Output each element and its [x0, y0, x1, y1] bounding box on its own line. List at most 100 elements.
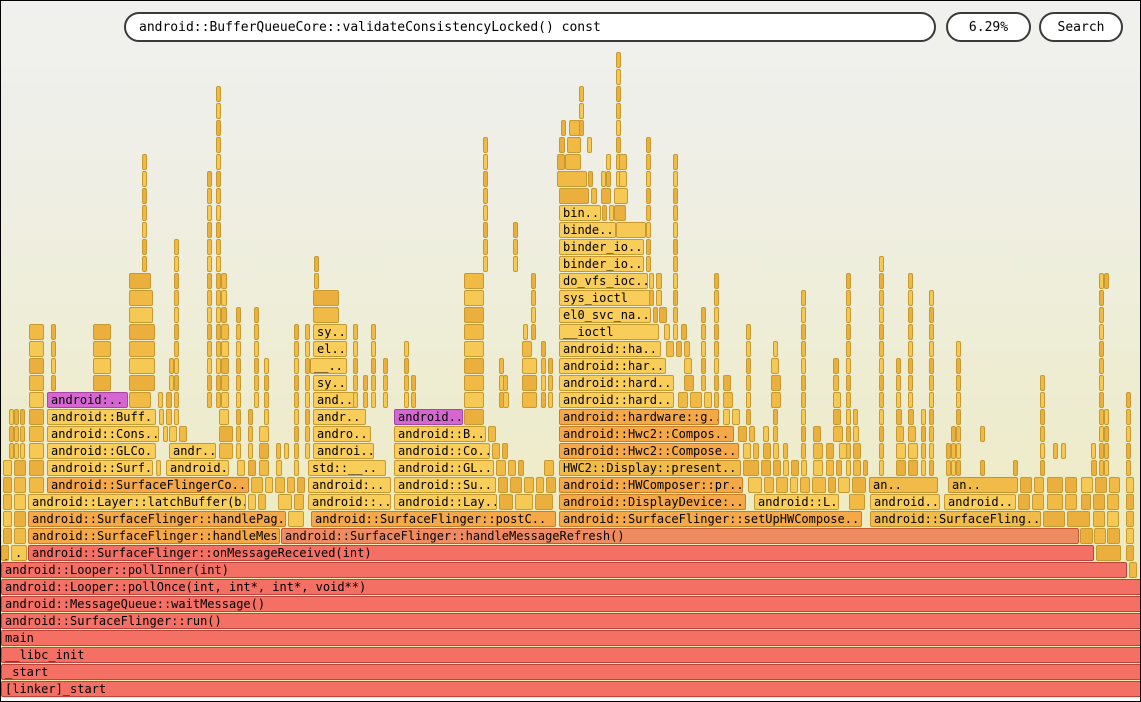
- flame-frame[interactable]: [142, 154, 147, 170]
- flame-frame[interactable]: [294, 392, 299, 408]
- flame-frame[interactable]: android::B..: [394, 426, 486, 442]
- flame-frame[interactable]: [404, 341, 409, 357]
- flame-frame[interactable]: [1109, 477, 1120, 493]
- flame-frame[interactable]: [216, 103, 221, 119]
- flame-frame[interactable]: [746, 324, 751, 340]
- flame-frame[interactable]: [264, 358, 269, 374]
- flame-frame[interactable]: [169, 426, 177, 442]
- flame-frame[interactable]: [483, 137, 488, 153]
- flame-frame[interactable]: [783, 460, 789, 476]
- flame-frame[interactable]: [216, 137, 221, 153]
- flame-frame[interactable]: [846, 426, 851, 442]
- flame-frame[interactable]: [956, 392, 961, 408]
- flame-frame[interactable]: [383, 358, 388, 374]
- flame-frame[interactable]: [673, 256, 678, 272]
- flame-frame[interactable]: [616, 103, 621, 119]
- flame-frame[interactable]: [3, 460, 12, 476]
- flame-frame[interactable]: [264, 392, 269, 408]
- flame-frame[interactable]: [142, 239, 147, 255]
- flame-frame[interactable]: [723, 375, 731, 391]
- flame-frame[interactable]: [908, 409, 914, 425]
- flame-frame[interactable]: [812, 477, 826, 493]
- flame-frame[interactable]: [701, 375, 706, 391]
- flame-frame[interactable]: [791, 460, 799, 476]
- flame-frame[interactable]: [852, 477, 866, 493]
- flame-frame[interactable]: [404, 375, 409, 391]
- flame-frame[interactable]: an..: [948, 477, 1018, 493]
- flame-frame[interactable]: [1099, 375, 1104, 391]
- flame-frame[interactable]: [248, 494, 256, 510]
- flame-frame[interactable]: [142, 222, 147, 238]
- flame-frame[interactable]: [714, 358, 719, 374]
- flame-frame[interactable]: [174, 290, 179, 306]
- flame-frame[interactable]: [259, 460, 269, 476]
- flame-frame[interactable]: [496, 460, 506, 476]
- flame-frame[interactable]: android::GL..: [394, 460, 494, 476]
- flame-frame[interactable]: [503, 392, 509, 408]
- flame-frame[interactable]: [236, 426, 241, 442]
- flame-frame[interactable]: [616, 120, 621, 136]
- flame-frame[interactable]: [216, 86, 221, 102]
- flame-frame[interactable]: [207, 307, 212, 323]
- flame-frame[interactable]: android::SurfaceFlinger::handlePag..: [28, 511, 286, 527]
- flame-frame[interactable]: [216, 120, 221, 136]
- flame-frame[interactable]: [1126, 494, 1134, 510]
- flame-frame[interactable]: [174, 375, 179, 391]
- flame-frame[interactable]: [313, 290, 339, 306]
- flame-frame[interactable]: [371, 341, 376, 357]
- flame-frame[interactable]: [294, 443, 299, 459]
- flame-frame[interactable]: [548, 358, 553, 374]
- flame-frame[interactable]: [29, 460, 44, 476]
- flame-frame[interactable]: [535, 494, 553, 510]
- flame-frame[interactable]: [846, 392, 851, 408]
- flame-frame[interactable]: [929, 324, 934, 340]
- flame-frame[interactable]: [3, 528, 12, 544]
- flame-frame[interactable]: android::GLCo..: [47, 443, 156, 459]
- flame-frame[interactable]: [499, 494, 513, 510]
- flame-frame[interactable]: [714, 375, 719, 391]
- flame-frame[interactable]: [929, 290, 934, 306]
- flame-frame[interactable]: [714, 290, 719, 306]
- flame-frame[interactable]: android::Hwc2::Compos..: [559, 426, 734, 442]
- flame-frame[interactable]: [548, 375, 553, 391]
- flame-frame[interactable]: [207, 358, 212, 374]
- flame-frame[interactable]: [51, 324, 56, 340]
- flame-frame[interactable]: [1126, 409, 1131, 425]
- flame-frame[interactable]: [219, 426, 233, 442]
- flame-frame[interactable]: [714, 273, 719, 289]
- flame-frame[interactable]: android::Surf..: [47, 460, 153, 476]
- flame-frame[interactable]: [849, 494, 865, 510]
- flame-frame[interactable]: [523, 324, 528, 340]
- flame-frame[interactable]: [158, 392, 163, 408]
- flame-frame[interactable]: [174, 358, 179, 374]
- flame-frame[interactable]: [207, 188, 212, 204]
- flame-frame[interactable]: [738, 426, 747, 442]
- flame-frame[interactable]: [1018, 494, 1030, 510]
- flame-frame[interactable]: [264, 409, 269, 425]
- flame-frame[interactable]: [896, 409, 902, 425]
- flame-frame[interactable]: [701, 358, 706, 374]
- flame-frame[interactable]: [801, 324, 806, 340]
- flame-frame[interactable]: [1099, 358, 1104, 374]
- flame-frame[interactable]: [1040, 426, 1045, 442]
- flame-frame[interactable]: [236, 324, 241, 340]
- flame-frame[interactable]: android::SurfaceFlinger::run(): [1, 613, 1141, 629]
- flame-frame[interactable]: [492, 443, 500, 459]
- flame-frame[interactable]: [264, 375, 269, 391]
- flame-frame[interactable]: android:..: [47, 392, 128, 408]
- flame-frame[interactable]: [221, 375, 229, 391]
- flame-frame[interactable]: [879, 375, 884, 391]
- flame-frame[interactable]: [846, 358, 851, 374]
- flame-frame[interactable]: [305, 426, 310, 442]
- flame-frame[interactable]: [221, 273, 227, 289]
- flame-frame[interactable]: android::SurfaceFlingerCo..: [47, 477, 249, 493]
- flame-frame[interactable]: android::Buff..: [47, 409, 156, 425]
- flame-frame[interactable]: [498, 477, 508, 493]
- flame-frame[interactable]: [513, 239, 518, 255]
- flame-frame[interactable]: [265, 477, 273, 493]
- flame-frame[interactable]: [828, 477, 836, 493]
- flame-frame[interactable]: [14, 511, 26, 527]
- flame-frame[interactable]: [254, 307, 259, 323]
- flame-frame[interactable]: [714, 341, 719, 357]
- flame-frame[interactable]: [93, 341, 111, 357]
